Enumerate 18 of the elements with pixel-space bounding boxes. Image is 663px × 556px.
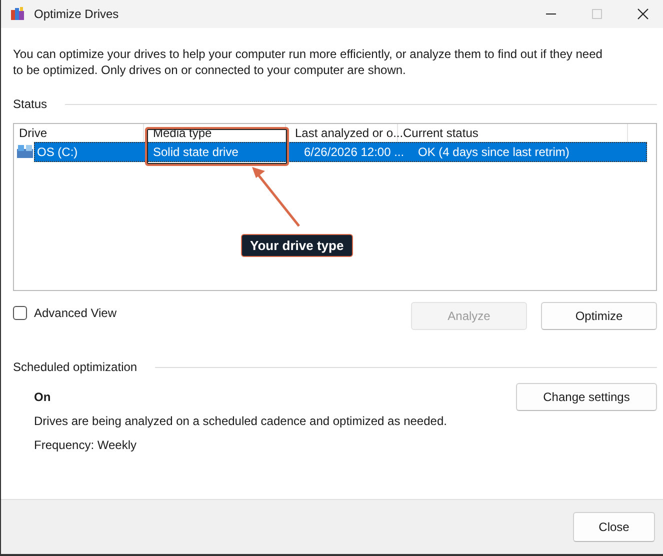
checkbox-label: Advanced View <box>34 306 116 320</box>
change-settings-button[interactable]: Change settings <box>516 383 657 411</box>
callout-label: Your drive type <box>241 234 353 257</box>
schedule-description: Drives are being analyzed on a scheduled cadence and optimized as needed. <box>34 414 448 428</box>
section-label: Scheduled optimization <box>13 360 138 374</box>
close-button[interactable]: Close <box>573 512 655 542</box>
drive-row[interactable]: OS (C:) Solid state drive 6/26/2026 12:00 ... OK (4 days since last retrim) <box>34 142 647 162</box>
description-text: You can optimize your drives to help your computer run more efficiently, or analyze them to find out if they need to be optimized. Only drives on or connected to your computer are shown. <box>13 47 604 78</box>
drive-icon <box>17 145 33 159</box>
close-icon[interactable] <box>637 8 649 20</box>
arrow <box>250 166 302 228</box>
window-title: Optimize Drives <box>34 7 119 21</box>
schedule-state: On <box>34 390 51 404</box>
section-label: Status <box>13 97 48 111</box>
optimize-button[interactable]: Optimize <box>541 302 657 330</box>
defrag-app-icon <box>10 6 26 22</box>
checkbox[interactable] <box>13 306 27 320</box>
frequency-text: Frequency: Weekly <box>34 438 138 452</box>
